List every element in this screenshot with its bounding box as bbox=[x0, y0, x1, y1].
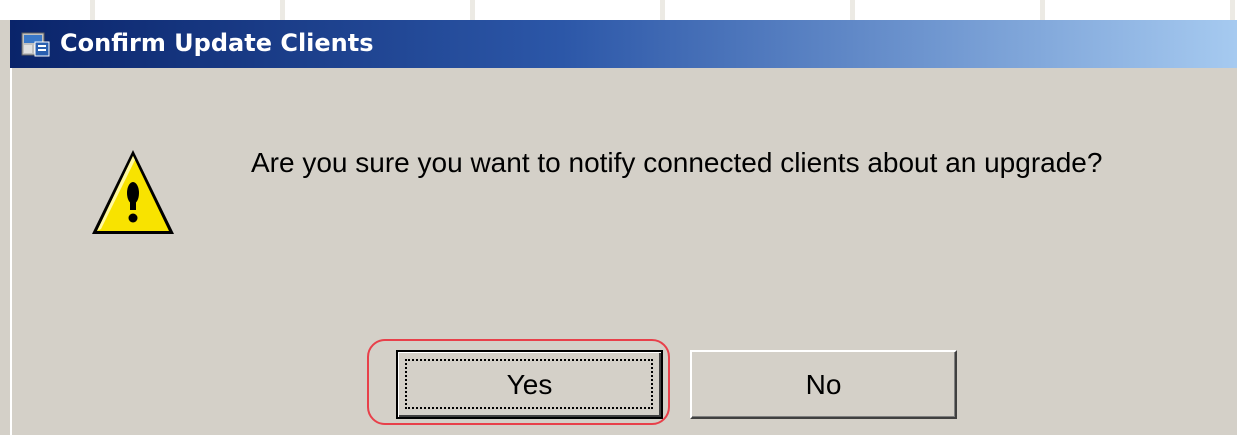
no-button[interactable]: No bbox=[690, 350, 957, 419]
confirm-dialog: Confirm Update Clients Are you sure you … bbox=[0, 0, 1237, 435]
window-title: Confirm Update Clients bbox=[60, 29, 374, 57]
background-strip bbox=[0, 0, 1237, 20]
title-bar[interactable]: Confirm Update Clients bbox=[10, 20, 1237, 68]
app-window-icon bbox=[21, 30, 51, 58]
focus-rectangle bbox=[405, 359, 653, 409]
window-left-border bbox=[10, 68, 12, 435]
confirmation-message: Are you sure you want to notify connecte… bbox=[251, 147, 1103, 178]
warning-icon bbox=[89, 146, 177, 238]
no-button-label: No bbox=[805, 368, 842, 400]
yes-button[interactable]: Yes bbox=[396, 350, 663, 419]
